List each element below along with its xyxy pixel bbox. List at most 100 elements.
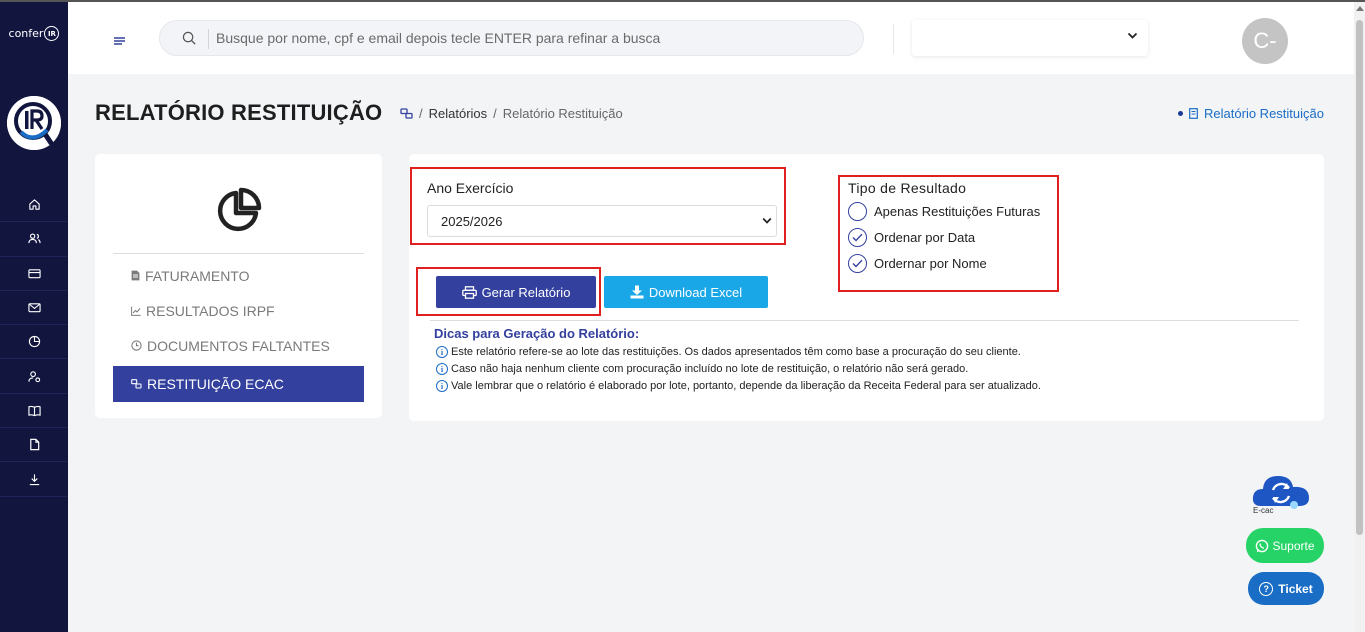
breadcrumb-separator: / bbox=[493, 106, 497, 121]
menu-item-label: RESULTADOS IRPF bbox=[146, 302, 275, 319]
search-box bbox=[159, 20, 864, 56]
user-settings-icon bbox=[27, 370, 40, 382]
sidebar-nav bbox=[0, 188, 68, 497]
menu-item-restituicao-ecac[interactable]: RESTITUIÇÃO ECAC bbox=[113, 366, 364, 402]
credit-card-icon bbox=[27, 268, 41, 278]
ecac-label: E-cac bbox=[1253, 506, 1274, 515]
info-icon: i bbox=[436, 380, 448, 392]
users-icon bbox=[27, 233, 41, 244]
download-icon bbox=[29, 473, 39, 485]
company-select[interactable] bbox=[912, 20, 1148, 56]
report-form-card: Ano Exercício 2025/2026 Tipo de Resultad… bbox=[409, 154, 1324, 421]
ticket-button[interactable]: ? Ticket bbox=[1248, 572, 1324, 605]
menu-item-faturamento[interactable]: FATURAMENTO bbox=[113, 258, 364, 293]
ecac-widget[interactable]: E-cac bbox=[1251, 470, 1311, 518]
links-icon[interactable] bbox=[400, 108, 413, 119]
report-link[interactable]: Relatório Restituição bbox=[1178, 106, 1324, 121]
radio-label: Apenas Restituições Futuras bbox=[874, 204, 1041, 219]
sidebar-item-cards[interactable] bbox=[0, 257, 68, 291]
ano-exercicio-label: Ano Exercício bbox=[427, 180, 514, 196]
company-logo[interactable] bbox=[7, 96, 61, 150]
reports-menu-card: FATURAMENTO RESULTADOS IRPF DOCUMENTOS F… bbox=[95, 154, 382, 418]
search-divider bbox=[208, 29, 209, 49]
sidebar-item-home[interactable] bbox=[0, 188, 68, 223]
sidebar-item-downloads[interactable] bbox=[0, 462, 68, 497]
sidebar-item-documents[interactable] bbox=[0, 428, 68, 463]
search-input[interactable] bbox=[216, 21, 846, 55]
radio-ordenar-nome[interactable]: Ordernar por Nome bbox=[848, 254, 987, 273]
tip-text: Vale lembrar que o relatório é elaborado… bbox=[451, 380, 1041, 392]
search-icon bbox=[182, 31, 196, 45]
radio-label: Ordernar por Nome bbox=[874, 256, 987, 271]
whatsapp-icon bbox=[1256, 539, 1269, 552]
chevron-down-icon bbox=[762, 217, 772, 224]
user-avatar[interactable]: C- bbox=[1242, 18, 1288, 64]
breadcrumb: / Relatórios / Relatório Restituição bbox=[400, 106, 623, 121]
page-scrollbar[interactable] bbox=[1354, 2, 1365, 632]
sidebar-item-users[interactable] bbox=[0, 222, 68, 257]
suporte-label: Suporte bbox=[1272, 538, 1315, 553]
header-divider bbox=[893, 24, 894, 54]
menu-item-documentos-faltantes[interactable]: DOCUMENTOS FALTANTES bbox=[113, 328, 364, 363]
report-menu: FATURAMENTO RESULTADOS IRPF DOCUMENTOS F… bbox=[113, 258, 364, 402]
menu-item-label: FATURAMENTO bbox=[145, 267, 250, 284]
radio-label: Ordenar por Data bbox=[874, 230, 976, 245]
scroll-thumb[interactable] bbox=[1356, 20, 1363, 535]
document-icon bbox=[131, 270, 140, 281]
sidebar-item-library[interactable] bbox=[0, 394, 68, 429]
tips-title: Dicas para Geração do Relatório: bbox=[434, 326, 640, 341]
suporte-button[interactable]: Suporte bbox=[1246, 528, 1324, 563]
brand-logo-text: confer IR bbox=[0, 26, 68, 41]
radio-checked-icon[interactable] bbox=[848, 228, 867, 247]
section-divider bbox=[430, 320, 1299, 321]
printer-icon bbox=[461, 285, 477, 299]
menu-toggle-icon[interactable] bbox=[114, 37, 125, 46]
menu-item-resultados-irpf[interactable]: RESULTADOS IRPF bbox=[113, 293, 364, 328]
document-icon bbox=[1189, 108, 1198, 119]
tip-item: i Este relatório refere-se ao lote das r… bbox=[436, 346, 1021, 358]
file-icon bbox=[29, 439, 39, 451]
pie-chart-icon bbox=[28, 336, 40, 348]
ano-exercicio-select[interactable]: 2025/2026 bbox=[427, 205, 777, 237]
home-icon bbox=[28, 199, 40, 210]
sidebar-item-mail[interactable] bbox=[0, 291, 68, 326]
chevron-down-icon bbox=[1127, 32, 1138, 39]
ano-exercicio-value: 2025/2026 bbox=[441, 213, 503, 229]
download-excel-label: Download Excel bbox=[648, 284, 743, 300]
tip-item: i Vale lembrar que o relatório é elabora… bbox=[436, 380, 1041, 392]
info-icon: i bbox=[436, 363, 448, 375]
ticket-label: Ticket bbox=[1278, 581, 1313, 596]
radio-checked-icon[interactable] bbox=[848, 254, 867, 273]
page-title: RELATÓRIO RESTITUIÇÃO bbox=[95, 100, 383, 125]
bullet-dot bbox=[1178, 111, 1184, 116]
breadcrumb-separator: / bbox=[419, 106, 423, 121]
clock-icon bbox=[131, 340, 142, 351]
gerar-relatorio-button[interactable]: Gerar Relatório bbox=[436, 276, 596, 308]
tip-item: i Caso não haja nenhum cliente com procu… bbox=[436, 363, 968, 375]
links-icon bbox=[131, 379, 142, 389]
brand-mark: IR bbox=[44, 26, 60, 41]
book-icon bbox=[27, 405, 41, 417]
breadcrumb-parent[interactable]: Relatórios bbox=[429, 106, 488, 121]
radio-unchecked-icon[interactable] bbox=[848, 202, 867, 221]
info-icon: i bbox=[436, 346, 448, 358]
menu-divider bbox=[113, 253, 364, 254]
radio-apenas-restituicoes[interactable]: Apenas Restituições Futuras bbox=[848, 202, 1040, 221]
radio-ordenar-data[interactable]: Ordenar por Data bbox=[848, 228, 975, 247]
question-icon: ? bbox=[1259, 581, 1274, 596]
sidebar-item-user-settings[interactable] bbox=[0, 359, 68, 394]
gerar-relatorio-label: Gerar Relatório bbox=[481, 284, 571, 300]
cloud-sync-icon bbox=[1252, 476, 1309, 509]
mail-icon bbox=[27, 303, 41, 313]
breadcrumb-current: Relatório Restituição bbox=[502, 106, 623, 121]
sidebar-item-reports[interactable] bbox=[0, 325, 68, 360]
menu-item-label: RESTITUIÇÃO ECAC bbox=[147, 376, 284, 392]
download-excel-button[interactable]: Download Excel bbox=[604, 276, 768, 308]
top-header: C- bbox=[68, 2, 1354, 74]
menu-item-label: DOCUMENTOS FALTANTES bbox=[147, 337, 330, 354]
report-link-label: Relatório Restituição bbox=[1204, 106, 1324, 121]
sidebar: confer IR bbox=[0, 2, 68, 632]
download-icon bbox=[630, 285, 644, 299]
scroll-up-arrow-icon[interactable] bbox=[1356, 6, 1364, 11]
tip-text: Este relatório refere-se ao lote das res… bbox=[451, 346, 1021, 358]
